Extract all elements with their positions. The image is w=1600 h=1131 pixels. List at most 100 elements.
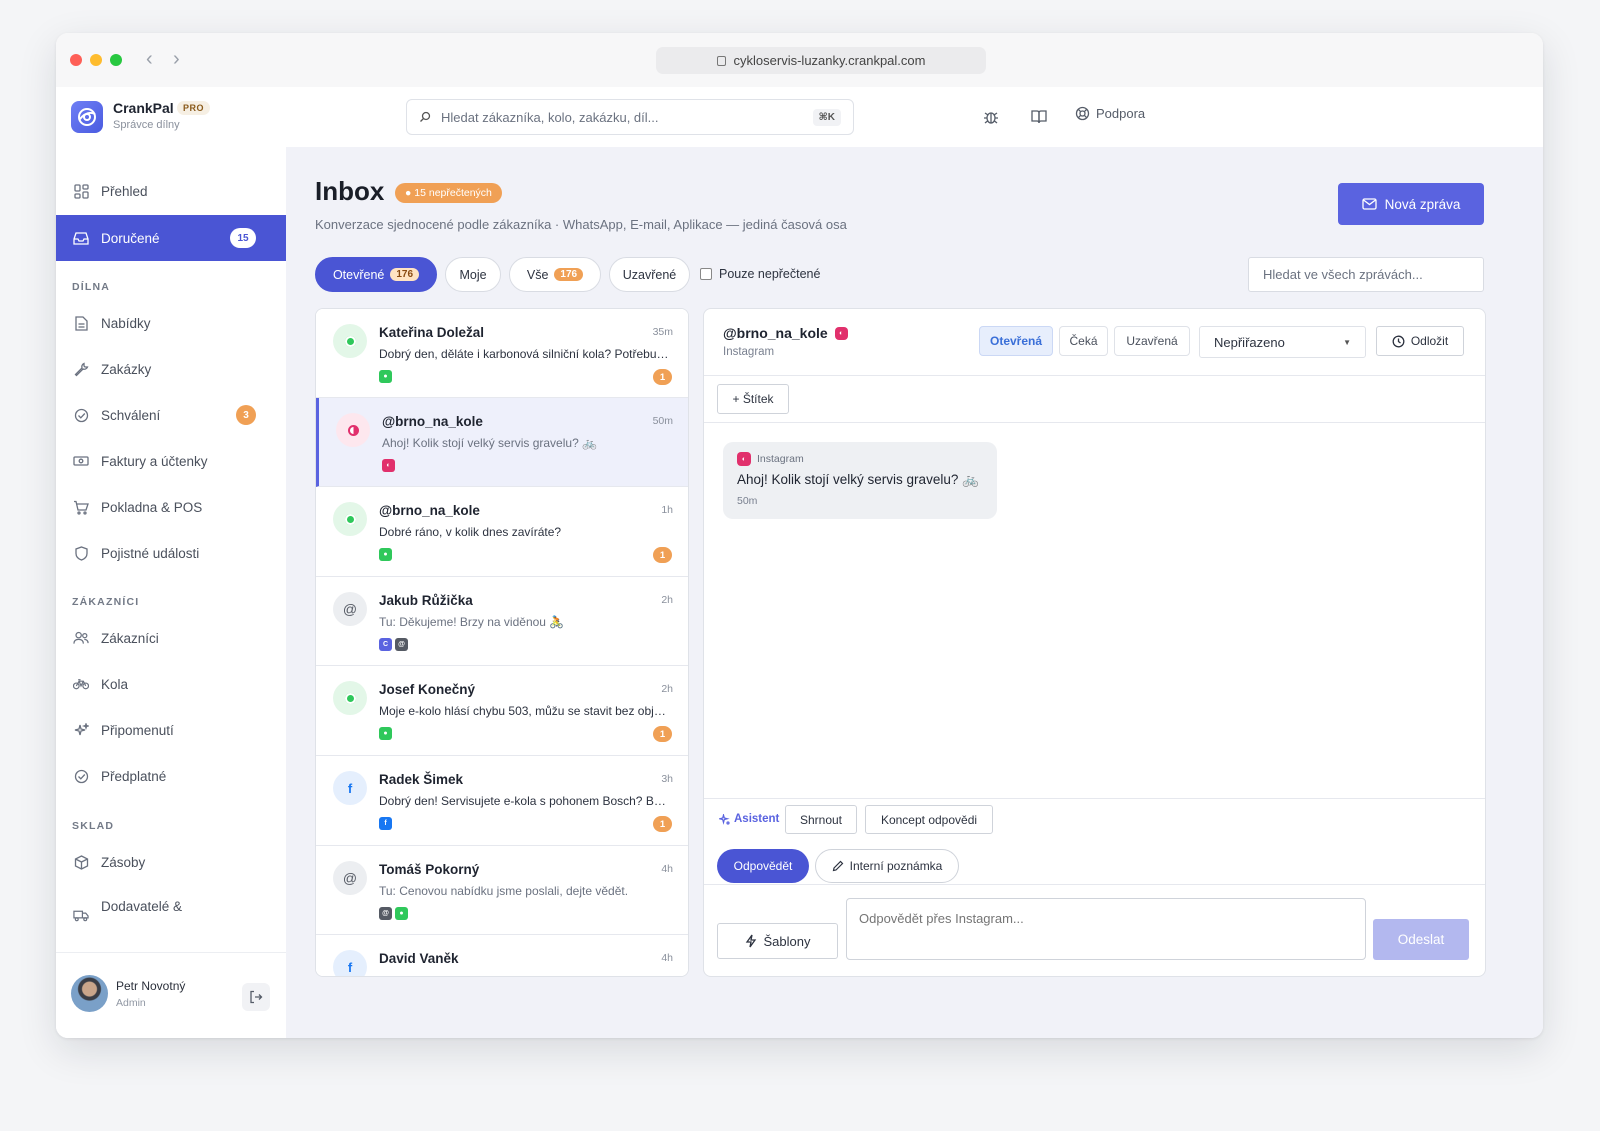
sidebar-item-invoices[interactable]: Faktury a účtenky xyxy=(56,438,286,484)
sidebar-item-quotes[interactable]: Nabídky xyxy=(56,300,286,346)
truck-icon xyxy=(73,907,89,923)
filter-chip-open[interactable]: Otevřené 176 xyxy=(315,257,437,292)
channel-icons: ● xyxy=(379,370,392,383)
list-item[interactable]: @brno_na_kole 1h Dobré ráno, v kolik dnes … xyxy=(316,487,688,577)
list-item[interactable]: Kateřina Doležal 35m Dobrý den, děláte i k… xyxy=(316,309,688,398)
brand-name: CrankPal xyxy=(113,100,174,116)
list-item[interactable]: f Radek Šimek 3h Dobrý den! Servisujete e-k… xyxy=(316,756,688,846)
filter-chip-mine[interactable]: Moje xyxy=(445,257,501,292)
forward-arrow-icon[interactable]: › xyxy=(173,48,180,70)
sidebar-item-customers[interactable]: Zákazníci xyxy=(56,615,286,661)
logout-icon xyxy=(250,990,263,1004)
instagram-icon: ◐ xyxy=(382,459,395,472)
channel-icons: f xyxy=(379,817,392,830)
lifebuoy-icon xyxy=(1075,106,1090,121)
facebook-icon: f xyxy=(333,950,367,976)
address-bar[interactable]: cykloservis-luzanky.crankpal.com xyxy=(656,47,986,74)
global-search[interactable]: Hledat zákazníka, kolo, zakázku, díl... … xyxy=(406,99,854,135)
sidebar-item-label: Připomenutí xyxy=(101,722,174,738)
whatsapp-icon: ● xyxy=(379,727,392,740)
conversation-preview: Dobré ráno, v kolik dnes zavíráte? xyxy=(379,525,562,539)
whatsapp-icon: ● xyxy=(379,548,392,561)
assignee-select[interactable]: Nepřiřazeno ▼ xyxy=(1199,326,1366,358)
at-sign-icon: @ xyxy=(333,861,367,895)
conversation-preview: Moje e-kolo hlásí chybu 503, můžu se sta… xyxy=(379,704,671,718)
check-circle-icon xyxy=(73,768,89,784)
internal-note-tab[interactable]: Interní poznámka xyxy=(815,849,959,883)
assistant-label: Asistent xyxy=(719,813,779,825)
support-label: Podpora xyxy=(1096,106,1146,121)
sidebar-item-label: Přehled xyxy=(101,183,148,199)
sidebar-item-inbox[interactable]: Doručené 15 xyxy=(56,215,286,261)
back-arrow-icon[interactable]: ‹ xyxy=(146,48,153,70)
sidebar-item-pos[interactable]: Pokladna & POS xyxy=(56,484,286,530)
whatsapp-icon xyxy=(333,502,367,536)
status-open-button[interactable]: Otevřená xyxy=(979,326,1053,356)
status-waiting-button[interactable]: Čeká xyxy=(1059,326,1108,356)
inbox-icon xyxy=(73,230,89,246)
conversation-time: 35m xyxy=(652,326,673,338)
app-header: CrankPal PRO Správce dílny Hledat zákazn… xyxy=(56,87,1543,148)
minimize-window-button[interactable] xyxy=(90,54,102,66)
sidebar-item-suppliers[interactable]: Dodavatelé & xyxy=(56,885,286,925)
sidebar-item-jobs[interactable]: Zakázky xyxy=(56,346,286,392)
logout-button[interactable] xyxy=(242,983,270,1011)
crankpal-logo-icon[interactable] xyxy=(71,101,103,133)
message-source: ◐ Instagram xyxy=(737,452,983,466)
whatsapp-icon xyxy=(333,324,367,358)
instagram-icon xyxy=(336,413,370,447)
search-input[interactable]: Hledat zákazníka, kolo, zakázku, díl... xyxy=(441,110,803,125)
avatar[interactable] xyxy=(71,975,108,1012)
conversation-time: 4h xyxy=(661,952,673,964)
sidebar-item-reminders[interactable]: Připomenutí xyxy=(56,707,286,753)
email-icon: @ xyxy=(379,907,392,920)
list-item[interactable]: Josef Konečný 2h Moje e-kolo hlásí chybu 5… xyxy=(316,666,688,756)
sidebar-item-approvals[interactable]: Schválení 3 xyxy=(56,392,286,438)
sidebar-item-label: Dodavatelé & xyxy=(101,899,183,914)
new-message-button[interactable]: Nová zpráva xyxy=(1338,183,1484,225)
filter-chip-all[interactable]: Vše 176 xyxy=(509,257,601,292)
conversation-preview: Dobrý den! Servisujete e-kola s pohonem … xyxy=(379,794,671,808)
reply-textarea[interactable] xyxy=(846,898,1366,960)
sidebar-item-overview[interactable]: Přehled xyxy=(56,168,286,214)
sidebar-item-inventory[interactable]: Zásoby xyxy=(56,839,286,885)
box-icon xyxy=(73,854,89,870)
sidebar-item-insurance[interactable]: Pojistné události xyxy=(56,530,286,576)
add-tag-button[interactable]: + Štítek xyxy=(717,384,789,414)
message-bubble: ◐ Instagram Ahoj! Kolik stojí velký serv… xyxy=(723,442,997,519)
send-button[interactable]: Odeslat xyxy=(1373,919,1469,960)
contact-channel: Instagram xyxy=(723,346,775,358)
list-item[interactable]: f David Vaněk 4h xyxy=(316,935,688,976)
list-item[interactable]: @ Tomáš Pokorný 4h Tu: Cenovou nabídku jsme… xyxy=(316,846,688,935)
maximize-window-button[interactable] xyxy=(110,54,122,66)
message-time: 50m xyxy=(737,495,758,507)
status-closed-button[interactable]: Uzavřená xyxy=(1114,326,1190,356)
bug-icon[interactable] xyxy=(981,107,1001,127)
facebook-icon: f xyxy=(379,817,392,830)
conversation-name: Josef Konečný xyxy=(379,682,476,697)
summarize-button[interactable]: Shrnout xyxy=(785,805,857,834)
list-item[interactable]: @ Jakub Růžička 2h Tu: Děkujeme! Brzy na vi… xyxy=(316,577,688,666)
sidebar-item-label: Předplatné xyxy=(101,768,167,784)
sidebar-item-label: Schválení xyxy=(101,407,161,423)
book-icon[interactable] xyxy=(1029,107,1049,127)
support-link[interactable]: Podpora xyxy=(1075,106,1145,121)
close-window-button[interactable] xyxy=(70,54,82,66)
sidebar-item-subscriptions[interactable]: Předplatné xyxy=(56,753,286,799)
chat-icon: C xyxy=(379,638,392,651)
unread-only-checkbox[interactable] xyxy=(700,268,712,280)
draft-reply-button[interactable]: Koncept odpovědi xyxy=(865,805,993,834)
templates-button[interactable]: Šablony xyxy=(717,923,838,959)
snooze-button[interactable]: Odložit xyxy=(1376,326,1464,356)
sidebar-item-label: Zákazníci xyxy=(101,630,159,646)
instagram-icon: ◐ xyxy=(834,326,848,340)
reply-mode-tab[interactable]: Odpovědět xyxy=(717,849,809,883)
unread-only-toggle[interactable]: Pouze nepřečtené xyxy=(700,267,820,281)
filter-chip-closed[interactable]: Uzavřené xyxy=(609,257,690,292)
message-search-input[interactable]: Hledat ve všech zprávách... xyxy=(1248,257,1484,292)
list-item[interactable]: @brno_na_kole 50m Ahoj! Kolik stojí velký … xyxy=(316,398,688,487)
divider xyxy=(704,375,1485,376)
sidebar-item-bikes[interactable]: Kola xyxy=(56,661,286,707)
caret-down-icon: ▼ xyxy=(1343,337,1351,347)
message-text: Ahoj! Kolik stojí velký servis gravelu? … xyxy=(737,472,979,487)
